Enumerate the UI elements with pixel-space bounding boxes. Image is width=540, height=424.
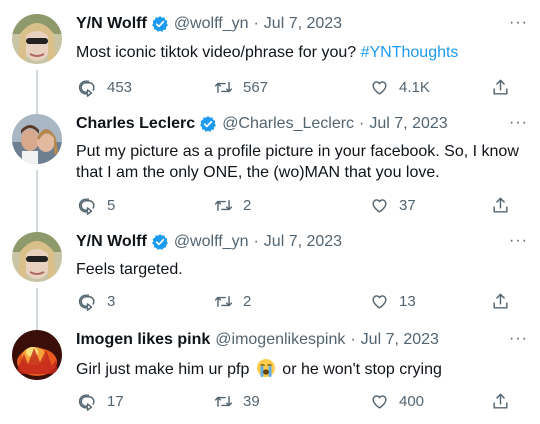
avatar[interactable]: [12, 232, 62, 282]
retweet-icon: [214, 392, 233, 411]
reply-button[interactable]: 453: [78, 78, 132, 97]
author-handle[interactable]: @Charles_Leclerc: [222, 114, 354, 134]
retweet-icon: [214, 196, 233, 215]
tweet-actions: 453 567 4.1K: [76, 78, 528, 100]
avatar[interactable]: [12, 330, 62, 380]
author-name[interactable]: Imogen likes pink: [76, 330, 210, 350]
author-name[interactable]: Y/N Wolff: [76, 232, 147, 252]
tweet-2[interactable]: Charles Leclerc @Charles_Leclerc · Jul 7…: [0, 114, 540, 232]
more-options-icon[interactable]: ···: [509, 330, 528, 348]
like-icon: [370, 392, 389, 411]
share-button[interactable]: [491, 78, 510, 102]
like-icon: [370, 78, 389, 97]
retweet-button[interactable]: 2: [214, 196, 251, 215]
retweet-button[interactable]: 39: [214, 392, 260, 411]
tweet-text-before: Girl just make him ur pfp: [76, 361, 250, 378]
like-button[interactable]: 37: [370, 196, 416, 215]
tweet-text-after: or he won't stop crying: [282, 361, 442, 378]
tweet-date[interactable]: Jul 7, 2023: [264, 14, 342, 34]
avatar[interactable]: [12, 114, 62, 164]
tweet-date[interactable]: Jul 7, 2023: [369, 114, 447, 134]
verified-badge-icon: [151, 233, 169, 251]
reply-button[interactable]: 3: [78, 292, 115, 311]
verified-badge-icon: [199, 115, 217, 133]
tweet-actions: 3 2 13: [76, 292, 528, 314]
reply-icon: [78, 78, 97, 97]
share-button[interactable]: [491, 292, 510, 316]
like-icon: [370, 196, 389, 215]
more-options-icon[interactable]: ···: [509, 114, 528, 132]
retweet-count: 567: [243, 79, 269, 96]
tweet-actions: 5 2 37: [76, 196, 528, 218]
reply-count: 5: [107, 197, 116, 214]
reply-icon: [78, 196, 97, 215]
tweet-header: Y/N Wolff @wolff_yn · Jul 7, 2023: [76, 232, 528, 252]
thread-line: [36, 170, 38, 232]
tweet-actions: 17 39 400: [76, 392, 528, 414]
share-icon: [491, 392, 510, 411]
reply-count: 17: [107, 393, 124, 410]
tweet-text: Girl just make him ur pfp or he won't st…: [76, 358, 526, 380]
author-handle[interactable]: @imogenlikespink: [215, 330, 345, 350]
tweet-text: Most iconic tiktok video/phrase for you?…: [76, 42, 526, 63]
reply-button[interactable]: 5: [78, 196, 115, 215]
reply-icon: [78, 392, 97, 411]
like-icon: [370, 292, 389, 311]
share-button[interactable]: [491, 196, 510, 220]
share-icon: [491, 196, 510, 215]
retweet-count: 2: [243, 293, 252, 310]
separator-dot: ·: [359, 115, 365, 132]
author-handle[interactable]: @wolff_yn: [174, 14, 249, 34]
author-handle[interactable]: @wolff_yn: [174, 232, 249, 252]
separator-dot: ·: [350, 331, 356, 348]
tweet-text: Put my picture as a profile picture in y…: [76, 143, 519, 181]
tweet-3[interactable]: Y/N Wolff @wolff_yn · Jul 7, 2023 ··· Fe…: [0, 232, 540, 330]
separator-dot: ·: [253, 233, 259, 250]
tweet-1[interactable]: Y/N Wolff @wolff_yn · Jul 7, 2023 ··· Mo…: [0, 14, 540, 116]
thread-line: [36, 288, 38, 330]
tweet-text: Feels targeted.: [76, 261, 183, 278]
reply-icon: [78, 292, 97, 311]
tweet-date[interactable]: Jul 7, 2023: [264, 232, 342, 252]
tweet-header: Y/N Wolff @wolff_yn · Jul 7, 2023: [76, 14, 528, 34]
reply-button[interactable]: 17: [78, 392, 124, 411]
more-options-icon[interactable]: ···: [509, 14, 528, 32]
like-count: 13: [399, 293, 416, 310]
retweet-button[interactable]: 2: [214, 292, 251, 311]
author-name[interactable]: Charles Leclerc: [76, 114, 195, 134]
share-button[interactable]: [491, 392, 510, 416]
avatar[interactable]: [12, 14, 62, 64]
like-button[interactable]: 13: [370, 292, 416, 311]
reply-count: 3: [107, 293, 116, 310]
like-button[interactable]: 4.1K: [370, 78, 430, 97]
tweet-header: Imogen likes pink @imogenlikespink · Jul…: [76, 330, 528, 350]
retweet-icon: [214, 78, 233, 97]
thread-line: [36, 70, 38, 116]
retweet-icon: [214, 292, 233, 311]
tweet-date[interactable]: Jul 7, 2023: [361, 330, 439, 350]
tweet-4[interactable]: Imogen likes pink @imogenlikespink · Jul…: [0, 330, 540, 424]
like-count: 400: [399, 393, 425, 410]
tweet-header: Charles Leclerc @Charles_Leclerc · Jul 7…: [76, 114, 528, 134]
more-options-icon[interactable]: ···: [509, 232, 528, 250]
like-button[interactable]: 400: [370, 392, 424, 411]
hashtag-link[interactable]: #YNThoughts: [361, 44, 459, 61]
verified-badge-icon: [151, 15, 169, 33]
retweet-button[interactable]: 567: [214, 78, 268, 97]
tweet-text-body: Most iconic tiktok video/phrase for you?: [76, 44, 357, 61]
retweet-count: 39: [243, 393, 260, 410]
share-icon: [491, 78, 510, 97]
separator-dot: ·: [253, 15, 259, 32]
loudly-crying-face-icon: [256, 358, 276, 378]
retweet-count: 2: [243, 197, 252, 214]
author-name[interactable]: Y/N Wolff: [76, 14, 147, 34]
like-count: 4.1K: [399, 79, 430, 96]
share-icon: [491, 292, 510, 311]
reply-count: 453: [107, 79, 133, 96]
like-count: 37: [399, 197, 416, 214]
